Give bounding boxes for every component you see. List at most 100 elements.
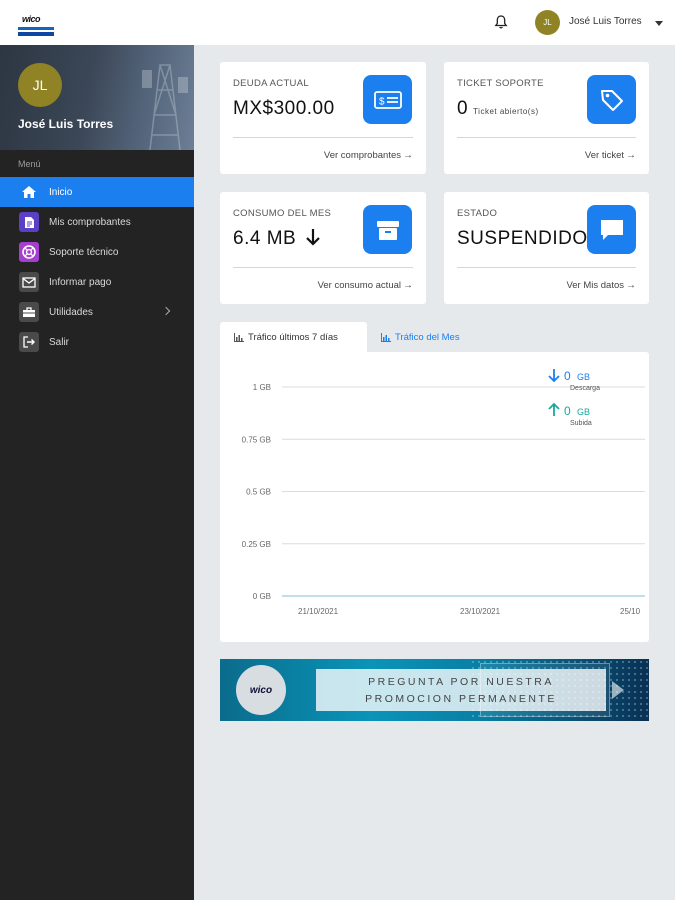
arrow-right-icon: →: [403, 280, 413, 291]
arrow-right-icon: →: [626, 280, 636, 291]
arrow-down-icon: [306, 229, 320, 246]
arrow-up-icon: [548, 402, 560, 416]
wico-logo[interactable]: wico: [18, 14, 54, 40]
logo-stripe: [18, 27, 54, 30]
archive-icon: [363, 205, 412, 254]
ver-consumo-actual-link[interactable]: Ver consumo actual →: [318, 280, 413, 291]
bell-icon[interactable]: [493, 14, 509, 30]
profile-avatar[interactable]: JL: [18, 63, 62, 107]
sidebar-item-label: Utilidades: [49, 306, 93, 318]
sidebar-item-label: Mis comprobantes: [49, 216, 131, 228]
link-label: Ver ticket: [584, 150, 624, 161]
link-label: Ver consumo actual: [317, 280, 401, 291]
menu-label: Menú: [18, 159, 41, 169]
card-title: DEUDA ACTUAL: [233, 78, 309, 89]
bar-chart-icon: [381, 332, 391, 342]
arrow-right-icon: →: [626, 150, 636, 161]
money-icon: $: [363, 75, 412, 124]
y-tick-label: 0.75 GB: [242, 435, 271, 444]
profile-name: José Luis Torres: [18, 117, 114, 131]
sidebar-item-label: Inicio: [49, 186, 73, 198]
banner-line-1: PREGUNTA POR NUESTRA: [368, 676, 554, 688]
legend-value: 0: [564, 369, 571, 383]
logo-text: wico: [22, 14, 41, 24]
card-value: SUSPENDIDO: [457, 228, 588, 249]
profile-initials: JL: [32, 77, 48, 93]
ticket-count: 0: [457, 98, 469, 119]
sidebar-item-salir[interactable]: Salir: [0, 327, 194, 357]
logo-stripe: [18, 32, 54, 36]
svg-text:$: $: [379, 96, 385, 107]
caret-down-icon[interactable]: [655, 21, 663, 26]
y-tick-label: 0.5 GB: [246, 488, 271, 497]
card-divider: [233, 267, 413, 268]
logout-icon: [19, 332, 39, 352]
ver-mis-datos-link[interactable]: Ver Mis datos →: [566, 280, 636, 291]
card-ticket-soporte: TICKET SOPORTE 0 Ticket abierto(s) Ver ti…: [444, 62, 649, 174]
legend-label: Subida: [570, 420, 592, 427]
tab-trafico-7-dias[interactable]: Tráfico últimos 7 días: [220, 322, 367, 352]
ver-ticket-link[interactable]: Ver ticket →: [585, 150, 636, 161]
sidebar-item-label: Soporte técnico: [49, 246, 119, 258]
document-icon: [19, 212, 39, 232]
sidebar-item-utilidades[interactable]: Utilidades: [0, 297, 194, 327]
sidebar-item-informar-pago[interactable]: Informar pago: [0, 267, 194, 297]
home-icon: [19, 182, 39, 202]
legend-label: Descarga: [570, 385, 600, 392]
banner-line-2: PROMOCION PERMANENTE: [365, 693, 557, 705]
link-label: Ver Mis datos: [566, 280, 624, 291]
link-label: Ver comprobantes: [323, 150, 401, 161]
card-divider: [233, 137, 413, 138]
mail-icon: [19, 272, 39, 292]
banner-logo-text: wico: [249, 684, 273, 696]
card-title: CONSUMO DEL MES: [233, 208, 332, 219]
play-icon: [612, 681, 624, 699]
sidebar-item-inicio[interactable]: Inicio: [0, 177, 194, 207]
card-deuda-actual: DEUDA ACTUAL MX$300.00 $ Ver comprobante…: [220, 62, 426, 174]
legend-descarga: 0 GB Descarga: [548, 369, 600, 392]
tag-icon: [587, 75, 636, 124]
consumo-value: 6.4 MB: [233, 228, 297, 249]
ver-comprobantes-link[interactable]: Ver comprobantes →: [324, 150, 413, 161]
legend-unit: GB: [577, 407, 590, 417]
y-tick-label: 1 GB: [253, 383, 271, 392]
y-tick-label: 0.25 GB: [242, 540, 271, 549]
traffic-chart: 1 GB 0.75 GB 0.5 GB 0.25 GB 0 GB 21/10/2021 2…: [242, 369, 645, 616]
arrow-right-icon: →: [403, 150, 413, 161]
card-value: MX$300.00: [233, 98, 335, 119]
legend-value: 0: [564, 404, 571, 418]
card-divider: [457, 137, 636, 138]
sidebar-item-label: Salir: [49, 336, 70, 348]
toolbox-icon: [19, 302, 39, 322]
card-value: 6.4 MB: [233, 228, 321, 250]
top-bar: wico JL José Luis Torres: [0, 0, 675, 45]
card-divider: [457, 267, 636, 268]
chat-icon: [587, 205, 636, 254]
card-value: 0 Ticket abierto(s): [457, 98, 539, 120]
x-tick-label: 23/10/2021: [460, 607, 501, 616]
card-estado: ESTADO SUSPENDIDO Ver Mis datos →: [444, 192, 649, 304]
sidebar-item-soporte-tecnico[interactable]: Soporte técnico: [0, 237, 194, 267]
user-initials: JL: [543, 18, 552, 27]
tab-trafico-del-mes[interactable]: Tráfico del Mes: [381, 322, 491, 352]
user-name[interactable]: José Luis Torres: [569, 16, 642, 27]
tab-label: Tráfico del Mes: [395, 331, 460, 343]
banner-logo: wico: [236, 665, 286, 715]
profile-header: JL José Luis Torres: [0, 45, 194, 150]
sidebar: JL José Luis Torres Menú Inicio Mis comp…: [0, 45, 194, 900]
promo-banner[interactable]: wico PREGUNTA POR NUESTRA PROMOCION PERM…: [220, 659, 649, 721]
x-tick-label: 21/10/2021: [298, 607, 339, 616]
x-tick-label: 25/10: [620, 607, 641, 616]
card-subtext: Ticket abierto(s): [473, 107, 539, 116]
traffic-chart-panel: 1 GB 0.75 GB 0.5 GB 0.25 GB 0 GB 21/10/2021 2…: [220, 352, 649, 642]
sidebar-item-label: Informar pago: [49, 276, 112, 288]
card-title: ESTADO: [457, 208, 498, 219]
sidebar-item-mis-comprobantes[interactable]: Mis comprobantes: [0, 207, 194, 237]
tab-label: Tráfico últimos 7 días: [248, 331, 338, 343]
banner-text-box: PREGUNTA POR NUESTRA PROMOCION PERMANENT…: [316, 669, 606, 711]
legend-subida: 0 GB Subida: [548, 402, 592, 427]
user-avatar[interactable]: JL: [535, 10, 560, 35]
chevron-right-icon: [161, 306, 171, 316]
y-tick-label: 0 GB: [253, 592, 271, 601]
support-icon: [19, 242, 39, 262]
